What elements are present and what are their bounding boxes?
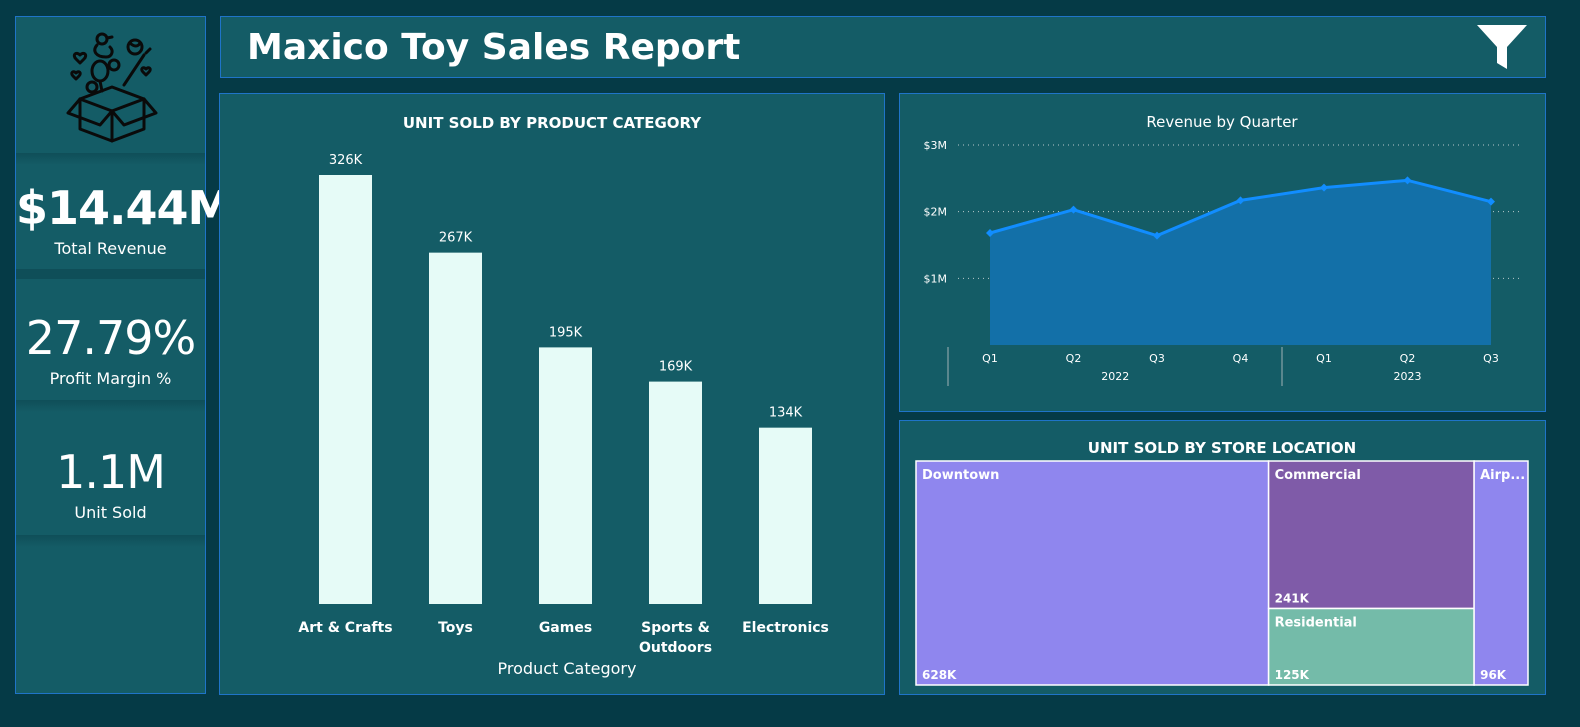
header-bar: Maxico Toy Sales Report (220, 16, 1546, 78)
data-label: 169K (659, 360, 693, 375)
data-label: 267K (439, 231, 473, 246)
treemap-tile (915, 460, 1270, 686)
x-tick-label: Q2 (1400, 352, 1416, 365)
kpi-label: Profit Margin % (49, 369, 172, 388)
x-tick-label: Q1 (982, 352, 998, 365)
treemap-tile (1473, 460, 1529, 686)
category-bar-chart: UNIT SOLD BY PRODUCT CATEGORY 326K Art & C… (298, 114, 829, 678)
kpi-profit-margin: 27.79% Profit Margin % (16, 315, 205, 388)
tile-name: Airp... (1480, 468, 1525, 483)
data-label: 326K (329, 153, 363, 168)
location-chart-panel: UNIT SOLD BY STORE LOCATION Downtown 628K C… (899, 420, 1546, 695)
kpi-label: Total Revenue (54, 239, 167, 258)
kpi-value: $14.44M (16, 181, 233, 235)
x-tick-label: Q2 (1066, 352, 1082, 365)
bar (539, 347, 592, 604)
x-tick-label: Q3 (1483, 352, 1499, 365)
chart-title: UNIT SOLD BY PRODUCT CATEGORY (403, 114, 702, 132)
x-tick-label: Q1 (1316, 352, 1332, 365)
kpi-divider (16, 535, 205, 547)
data-label: 134K (769, 406, 803, 421)
tile-value: 241K (1275, 591, 1310, 605)
x-axis-title: Product Category (498, 659, 637, 678)
location-treemap: UNIT SOLD BY STORE LOCATION Downtown 628K C… (915, 439, 1529, 686)
category-tick-label: Outdoors (639, 640, 712, 656)
x-group-label: 2023 (1394, 370, 1422, 383)
page-title: Maxico Toy Sales Report (247, 27, 741, 68)
tile-name: Commercial (1275, 468, 1361, 483)
y-tick-label: $2M (924, 206, 948, 219)
kpi-value: 1.1M (56, 445, 166, 499)
x-tick-label: Q4 (1233, 352, 1249, 365)
kpi-divider (16, 269, 205, 279)
tile-value: 628K (922, 668, 957, 682)
tile-value: 125K (1275, 668, 1310, 682)
kpi-value: 27.79% (25, 311, 196, 365)
kpi-panel: $14.44M Total Revenue 27.79% Profit Marg… (15, 16, 233, 694)
x-group-label: 2022 (1101, 370, 1129, 383)
kpi-total-revenue: $14.44M Total Revenue (16, 181, 233, 258)
revenue-chart-panel: Revenue by Quarter $1M $2M $3M Q1 Q2 Q3 Q4 Q1 Q2 Q… (899, 93, 1546, 412)
y-tick-label: $3M (924, 139, 948, 152)
treemap-tile (1267, 460, 1475, 610)
category-tick-label: Games (539, 620, 592, 636)
category-tick-label: Sports & (641, 620, 710, 636)
kpi-label: Unit Sold (74, 503, 147, 522)
category-chart-panel: UNIT SOLD BY PRODUCT CATEGORY 326K Art & C… (219, 93, 885, 695)
data-label: 195K (549, 325, 583, 340)
chart-title: Revenue by Quarter (1146, 113, 1298, 131)
category-tick-label: Electronics (742, 620, 829, 636)
y-tick-label: $1M (924, 272, 948, 285)
bar (429, 252, 482, 604)
kpi-divider (16, 400, 205, 412)
revenue-area-chart: Revenue by Quarter $1M $2M $3M Q1 Q2 Q3 Q4 Q1 Q2 Q… (924, 113, 1522, 386)
tile-value: 96K (1480, 668, 1507, 682)
category-tick-label: Toys (438, 620, 473, 636)
bar (649, 381, 702, 604)
chart-title: UNIT SOLD BY STORE LOCATION (1088, 439, 1356, 457)
kpi-unit-sold: 1.1M Unit Sold (16, 449, 205, 522)
bar (319, 175, 372, 604)
toy-box-icon (66, 32, 158, 143)
category-tick-label: Art & Crafts (298, 620, 392, 636)
bar (759, 427, 812, 604)
tile-name: Downtown (922, 468, 999, 483)
tile-name: Residential (1275, 615, 1357, 630)
area-fill (990, 180, 1491, 345)
kpi-divider (16, 153, 205, 165)
x-tick-label: Q3 (1149, 352, 1165, 365)
filter-icon[interactable] (1475, 23, 1529, 73)
